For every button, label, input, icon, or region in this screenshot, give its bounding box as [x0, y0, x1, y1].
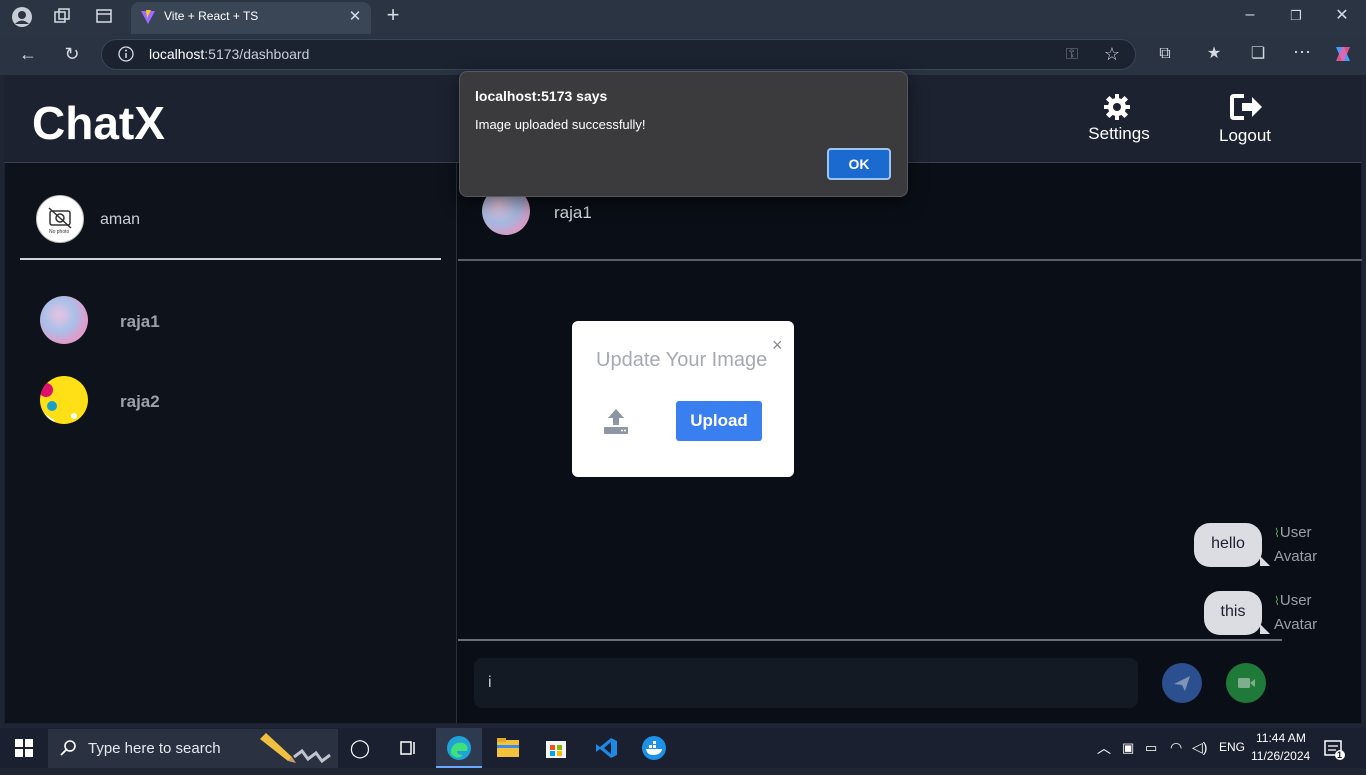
alert-ok-button[interactable]: OK — [827, 148, 891, 180]
contact-avatar — [40, 296, 88, 344]
tab-title: Vite + React + TS — [164, 9, 259, 23]
tab-actions-icon[interactable] — [94, 7, 114, 31]
video-camera-icon — [1238, 678, 1255, 688]
clock-date[interactable]: 11/26/2024 — [1251, 749, 1310, 763]
search-highlight-pencil-icon — [258, 731, 334, 770]
profile-icon[interactable] — [10, 6, 34, 28]
alert-title: localhost:5173 says — [475, 88, 608, 104]
contact-name: raja2 — [120, 392, 160, 411]
upload-button[interactable]: Upload — [676, 401, 762, 441]
close-window-icon[interactable]: ✕ — [1332, 6, 1352, 26]
settings-gear-icon[interactable] — [1103, 93, 1131, 126]
battery-icon[interactable]: ▭ — [1145, 740, 1157, 756]
tray-expand-icon[interactable]: ︿ — [1097, 738, 1111, 758]
more-menu-icon[interactable]: ⋯ — [1292, 42, 1312, 62]
search-icon — [60, 739, 78, 762]
notification-center-icon[interactable] — [1324, 739, 1346, 766]
close-tab-icon[interactable]: ✕ — [346, 7, 364, 27]
video-call-button[interactable] — [1226, 663, 1266, 703]
wifi-icon[interactable]: ◠ — [1170, 739, 1182, 756]
sidebar — [5, 163, 457, 723]
chat-recipient-name: raja1 — [554, 203, 592, 222]
modal-close-icon[interactable]: × — [772, 335, 783, 356]
bubble-tail — [1260, 556, 1270, 566]
task-view-icon[interactable] — [388, 728, 428, 768]
send-button[interactable] — [1162, 663, 1202, 703]
message-bubble: this — [1204, 591, 1262, 635]
update-image-modal — [572, 321, 794, 477]
search-placeholder: Type here to search — [88, 740, 221, 757]
chat-header-divider — [458, 259, 1362, 261]
contact-avatar — [40, 376, 88, 424]
workspaces-icon[interactable] — [52, 7, 72, 31]
back-icon[interactable]: ← — [18, 44, 38, 64]
file-upload-icon[interactable] — [602, 407, 630, 440]
favorite-star-icon[interactable]: ☆ — [1102, 44, 1122, 64]
refresh-icon[interactable]: ↻ — [62, 44, 82, 64]
chat-bottom-divider — [458, 639, 1282, 641]
user-avatar-broken: ⌇User Avatar — [1274, 592, 1318, 633]
new-tab-icon[interactable]: + — [382, 4, 404, 26]
sidebar-divider — [20, 258, 441, 260]
vite-logo-icon — [140, 9, 156, 30]
no-photo-label: No photo — [49, 229, 70, 235]
message-input[interactable] — [474, 658, 1138, 708]
current-user-name: aman — [100, 211, 141, 228]
clock-time[interactable]: 11:44 AM — [1256, 731, 1306, 745]
minimize-icon[interactable]: – — [1240, 5, 1260, 25]
message-bubble: hello — [1194, 523, 1262, 567]
current-user-avatar[interactable] — [36, 195, 84, 243]
contact-item[interactable] — [30, 290, 440, 352]
extensions-icon[interactable]: ⧉ — [1155, 44, 1175, 64]
volume-icon[interactable]: ◁) — [1192, 739, 1207, 756]
edge-app-icon[interactable] — [436, 728, 482, 768]
alert-message: Image uploaded successfully! — [475, 117, 646, 132]
windows-start-icon[interactable] — [14, 738, 34, 763]
settings-button[interactable]: Settings — [1084, 124, 1154, 144]
cortana-icon[interactable]: ◯ — [340, 728, 380, 768]
microsoft-store-icon[interactable] — [536, 728, 576, 768]
file-explorer-icon[interactable] — [488, 728, 528, 768]
app-logo[interactable]: ChatX — [32, 96, 165, 150]
restore-icon[interactable]: ❐ — [1286, 6, 1306, 26]
vscode-icon[interactable] — [586, 728, 626, 768]
logout-icon[interactable] — [1230, 93, 1264, 126]
notification-count: 1 — [1337, 750, 1343, 760]
user-avatar-broken: ⌇User Avatar — [1274, 524, 1318, 565]
logout-button[interactable]: Logout — [1212, 126, 1278, 146]
modal-title: Update Your Image — [596, 349, 768, 371]
docker-icon[interactable] — [634, 728, 674, 768]
contact-name: raja1 — [120, 312, 160, 331]
copilot-icon[interactable] — [1332, 43, 1354, 70]
contact-item[interactable] — [30, 370, 440, 432]
password-key-icon[interactable]: ⚿ — [1062, 45, 1082, 65]
site-info-icon[interactable] — [118, 46, 134, 67]
collections-icon[interactable]: ❏ — [1248, 44, 1268, 64]
meet-now-icon[interactable]: ▣ — [1122, 740, 1134, 756]
send-icon — [1174, 676, 1190, 691]
bubble-tail — [1260, 624, 1270, 634]
favorites-icon[interactable]: ★ — [1204, 44, 1224, 64]
url-text[interactable]: localhost:5173/dashboard — [149, 46, 309, 62]
language-indicator[interactable]: ENG — [1219, 740, 1245, 754]
